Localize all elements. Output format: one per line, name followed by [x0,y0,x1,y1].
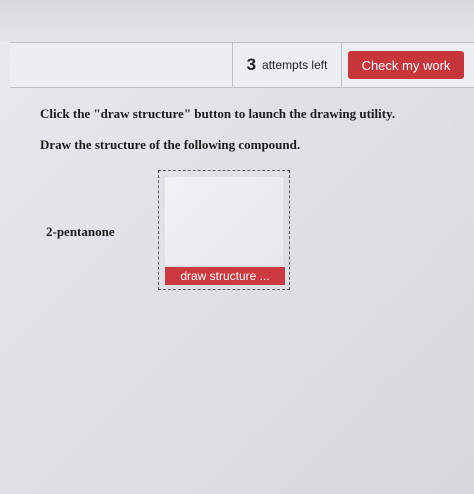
question-toolbar: 3 attempts left Check my work [10,42,474,88]
instruction-draw-structure: Draw the structure of the following comp… [40,137,301,152]
attempts-count: 3 [246,55,257,74]
structure-preview-canvas[interactable] [165,177,283,265]
attempts-label: attempts left [262,58,328,72]
attempts-indicator: 3 attempts left [232,43,342,87]
instruction-launch-utility: Click the "draw structure" button to lau… [40,106,396,121]
compound-name: 2-pentanone [46,224,115,239]
structure-drawing-area: draw structure ... [158,170,290,290]
top-strip [0,0,474,42]
draw-structure-button[interactable]: draw structure ... [165,267,285,285]
check-my-work-button[interactable]: Check my work [348,51,464,79]
